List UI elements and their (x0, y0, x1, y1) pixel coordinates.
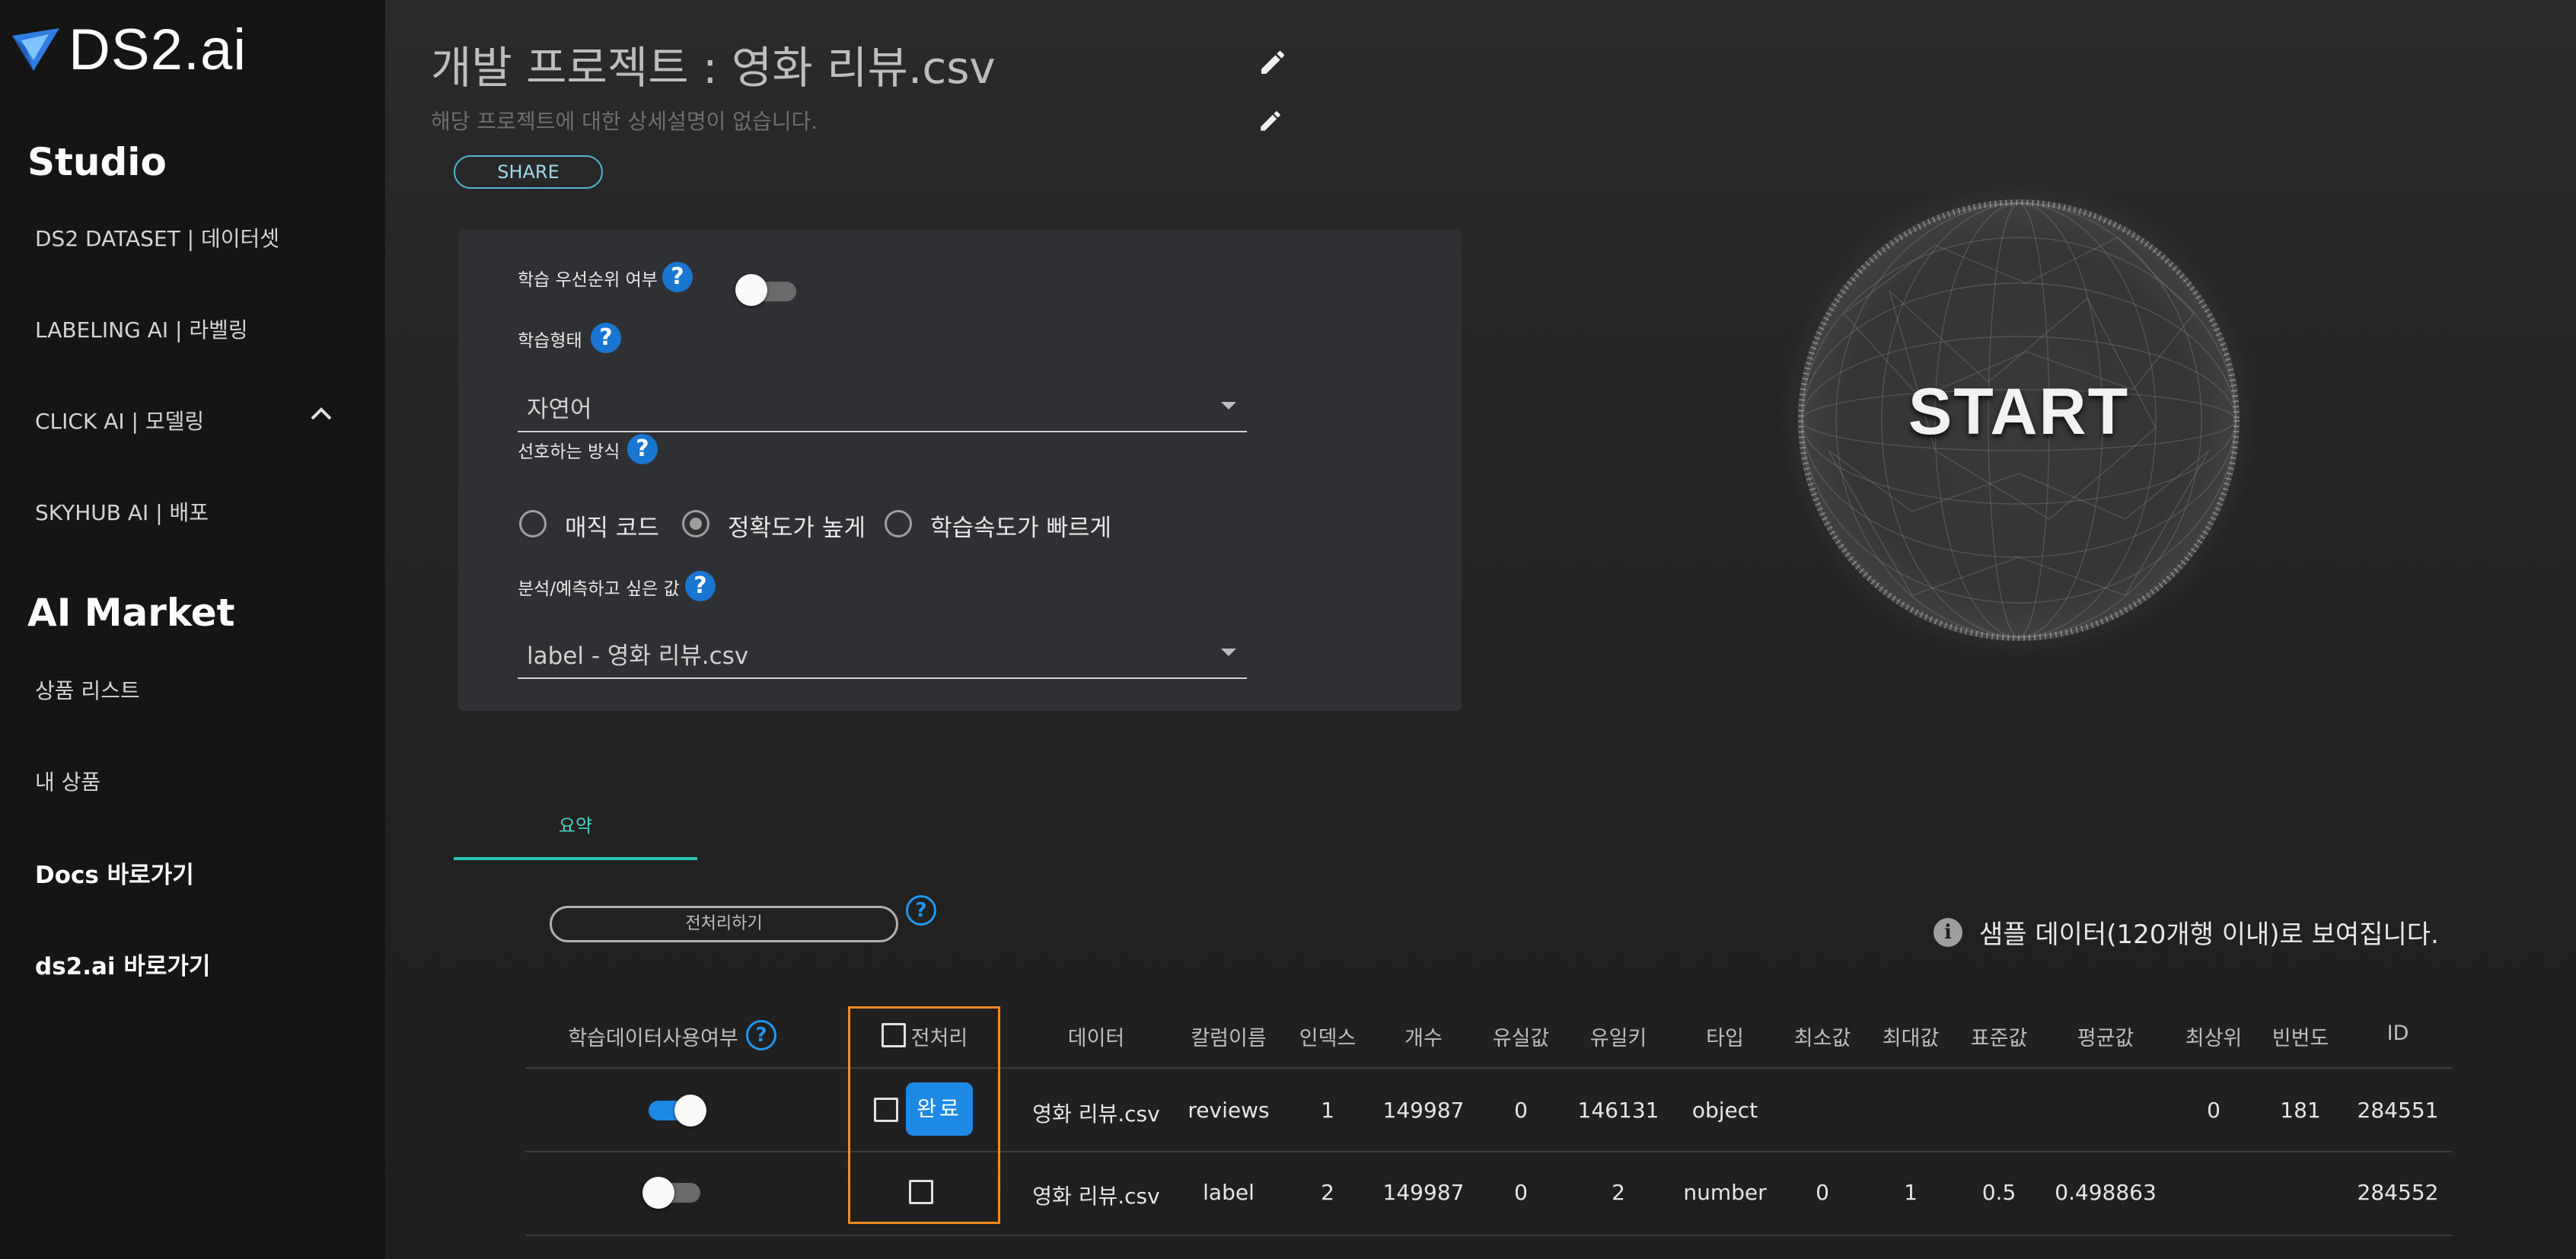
cell-top: 0 (2207, 1098, 2221, 1123)
preprocess-help-icon[interactable]: ? (906, 895, 936, 926)
header-column: 칼럼이름 (1191, 1027, 1267, 1050)
target-select[interactable]: label - 영화 리뷰.csv (518, 626, 1247, 679)
cell-index: 2 (1321, 1180, 1334, 1205)
header-data: 데이터 (1067, 1027, 1125, 1050)
header-id: ID (2386, 1022, 2409, 1045)
tab-summary[interactable]: 요약 (454, 807, 697, 862)
brand-name: DS2.ai (69, 18, 247, 82)
cell-missing: 0 (1514, 1180, 1528, 1205)
train-type-help-icon[interactable]: ? (591, 323, 621, 353)
method-speed-radio[interactable] (885, 510, 912, 537)
header-use: 학습데이터사용여부 (568, 1027, 738, 1050)
sidebar-link-ds2ai[interactable]: ds2.ai 바로가기 (35, 947, 210, 981)
studio-heading: Studio (27, 140, 167, 184)
header-freq: 빈번도 (2272, 1027, 2329, 1050)
method-accuracy-radio[interactable] (682, 510, 709, 537)
cell-freq: 181 (2280, 1098, 2321, 1123)
header-std: 표준값 (1970, 1027, 2028, 1050)
method-magic-code-radio[interactable] (519, 510, 547, 537)
sidebar-link-docs[interactable]: Docs 바로가기 (35, 856, 194, 890)
method-magic-code-label: 매직 코드 (565, 515, 659, 542)
edit-title-icon[interactable] (1258, 47, 1288, 78)
header-top: 최상위 (2185, 1027, 2243, 1050)
cell-type: number (1683, 1180, 1767, 1205)
cell-unique: 146131 (1577, 1098, 1659, 1123)
cell-mean: 0.498863 (2055, 1180, 2157, 1205)
cell-type: object (1691, 1098, 1758, 1123)
project-description: 해당 프로젝트에 대한 상세설명이 없습니다. (431, 109, 818, 134)
table-divider (525, 1235, 2453, 1236)
header-index: 인덱스 (1299, 1027, 1357, 1050)
cell-column: label (1203, 1180, 1255, 1205)
method-accuracy-label: 정확도가 높게 (728, 515, 866, 542)
priority-help-icon[interactable]: ? (662, 262, 693, 292)
sidebar-item-labeling-ai[interactable]: LABELING AI | 라벨링 (35, 314, 248, 344)
use-help-icon[interactable]: ? (746, 1020, 776, 1050)
cell-data: 영화 리뷰.csv (1032, 1184, 1160, 1209)
target-value: label - 영화 리뷰.csv (527, 642, 749, 670)
chevron-up-icon[interactable] (308, 403, 335, 423)
cell-unique: 2 (1612, 1180, 1625, 1205)
header-mean: 평균값 (2077, 1027, 2134, 1050)
method-speed-label: 학습속도가 빠르게 (930, 515, 1112, 542)
dropdown-arrow-icon (1221, 402, 1236, 410)
train-type-label: 학습형태 (518, 331, 582, 351)
cell-data: 영화 리뷰.csv (1032, 1101, 1160, 1127)
cell-column: reviews (1188, 1098, 1270, 1123)
header-min: 최소값 (1793, 1027, 1851, 1050)
train-type-value: 자연어 (527, 396, 592, 423)
sidebar: DS2.ai Studio DS2 DATASET | 데이터셋 LABELIN… (0, 0, 385, 1259)
start-label: START (1908, 375, 2130, 448)
info-icon: i (1934, 917, 1962, 947)
header-missing: 유실값 (1492, 1027, 1550, 1050)
method-help-icon[interactable]: ? (627, 434, 658, 464)
share-button[interactable]: SHARE (454, 155, 603, 189)
method-label: 선호하는 방식 (518, 442, 620, 462)
target-help-icon[interactable]: ? (685, 571, 716, 601)
cell-count: 149987 (1382, 1180, 1465, 1205)
preprocess-button[interactable]: 전처리하기 (550, 906, 898, 942)
cell-max: 1 (1904, 1180, 1918, 1205)
table-divider (525, 1067, 2453, 1069)
sample-notice: i 샘플 데이터(120개행 이내)로 보여집니다. (1934, 913, 2439, 951)
header-unique: 유일키 (1589, 1027, 1647, 1050)
header-type: 타입 (1706, 1027, 1744, 1050)
cell-std: 0.5 (1981, 1180, 2016, 1205)
cell-id: 284551 (2357, 1098, 2439, 1123)
sidebar-item-product-list[interactable]: 상품 리스트 (35, 674, 140, 705)
dropdown-arrow-icon (1221, 649, 1236, 656)
edit-description-icon[interactable] (1258, 108, 1283, 134)
sidebar-item-my-products[interactable]: 내 상품 (35, 766, 100, 796)
start-button[interactable]: START (1798, 199, 2240, 641)
ai-market-heading: AI Market (27, 591, 235, 635)
tab-active-indicator (454, 857, 697, 860)
cell-count: 149987 (1382, 1098, 1465, 1123)
train-type-select[interactable]: 자연어 (518, 379, 1247, 432)
sidebar-item-skyhub-ai[interactable]: SKYHUB AI | 배포 (35, 496, 209, 527)
sidebar-item-ds2-dataset[interactable]: DS2 DATASET | 데이터셋 (35, 222, 279, 253)
target-label: 분석/예측하고 싶은 값 (518, 579, 680, 599)
header-max: 최대값 (1882, 1027, 1940, 1050)
cell-min: 0 (1816, 1180, 1829, 1205)
priority-label: 학습 우선순위 여부 (518, 270, 658, 290)
project-title: 개발 프로젝트 : 영화 리뷰.csv (431, 42, 996, 94)
sample-notice-text: 샘플 데이터(120개행 이내)로 보여집니다. (1979, 920, 2439, 950)
header-count: 개수 (1404, 1027, 1443, 1050)
logo[interactable]: DS2.ai (11, 17, 247, 83)
preprocess-column-highlight (848, 1006, 1000, 1224)
cell-missing: 0 (1514, 1098, 1528, 1123)
cell-index: 1 (1321, 1098, 1334, 1123)
sidebar-item-click-ai[interactable]: CLICK AI | 모델링 (35, 405, 204, 435)
logo-icon (12, 27, 59, 71)
cell-id: 284552 (2357, 1180, 2439, 1205)
table-divider (525, 1151, 2453, 1152)
